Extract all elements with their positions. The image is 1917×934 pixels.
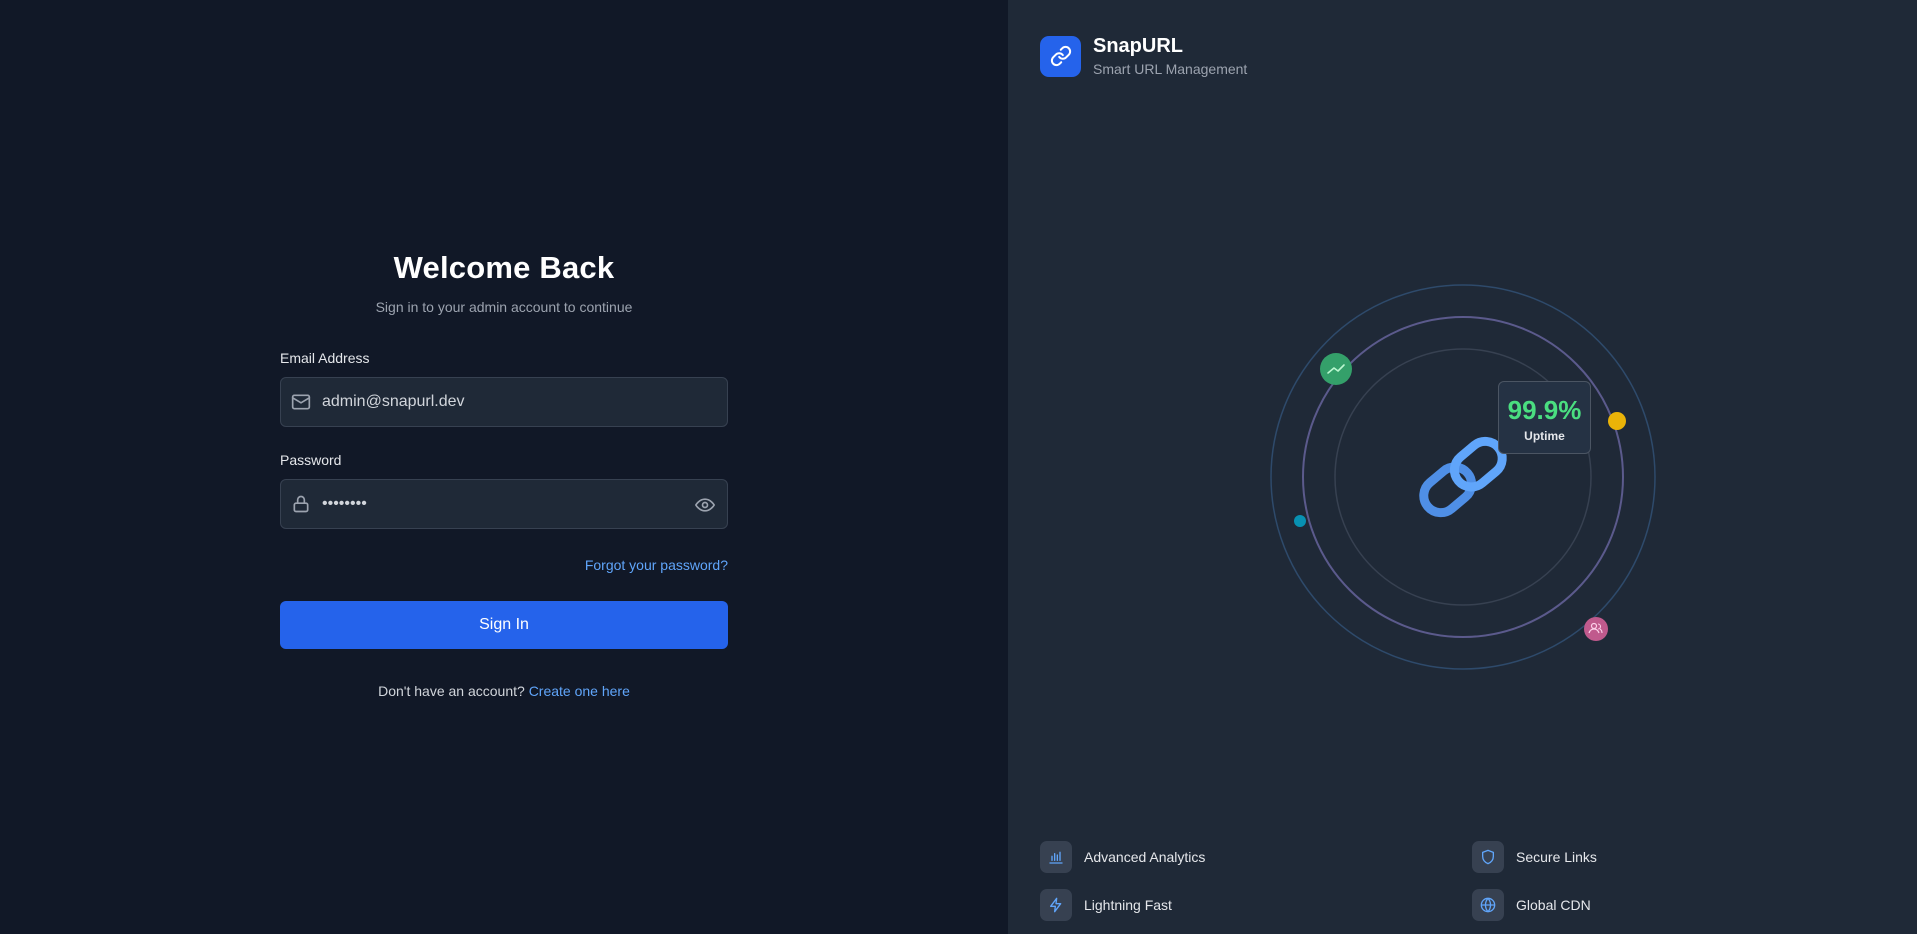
cyan-orbit-dot	[1294, 515, 1306, 527]
lock-icon	[293, 495, 309, 513]
yellow-orbit-dot	[1608, 412, 1626, 430]
bar-chart-icon	[1049, 851, 1063, 864]
create-account-link[interactable]: Create one here	[529, 683, 630, 699]
feature-secure-links: Secure Links	[1472, 841, 1597, 873]
login-panel: Welcome Back Sign in to your admin accou…	[0, 0, 1008, 934]
password-input[interactable]: ••••••••	[322, 495, 682, 513]
email-field[interactable]	[280, 377, 728, 427]
page-title: Welcome Back	[393, 250, 615, 285]
email-input[interactable]	[322, 393, 682, 411]
lightning-icon	[1050, 897, 1062, 913]
orbit-illustration	[1270, 284, 1656, 670]
mail-icon	[291, 394, 311, 410]
register-prompt-text: Don't have an account?	[378, 683, 525, 699]
page-subtitle: Sign in to your admin account to continu…	[375, 299, 633, 315]
feature-advanced-analytics: Advanced Analytics	[1040, 841, 1205, 873]
uptime-card: 99.9% Uptime	[1498, 381, 1591, 454]
users-icon	[1584, 617, 1608, 641]
email-label: Email Address	[280, 350, 370, 366]
outer-orbit-ring	[1270, 284, 1656, 670]
center-link-icon	[1419, 436, 1507, 518]
feature-label: Advanced Analytics	[1084, 849, 1206, 865]
feature-label: Global CDN	[1516, 897, 1591, 913]
password-label: Password	[280, 452, 342, 468]
feature-label: Secure Links	[1516, 849, 1597, 865]
register-prompt: Don't have an account? Create one here	[280, 683, 728, 699]
eye-icon[interactable]	[695, 495, 715, 515]
login-form: Welcome Back Sign in to your admin accou…	[280, 250, 728, 699]
globe-icon	[1480, 897, 1496, 913]
feature-label: Lightning Fast	[1084, 897, 1172, 913]
password-field[interactable]: ••••••••	[280, 479, 728, 529]
shield-icon	[1482, 849, 1494, 865]
uptime-label: Uptime	[1524, 429, 1565, 443]
brand-panel: SnapURL Smart URL Management Advanced An…	[1008, 0, 1917, 934]
trending-icon	[1320, 353, 1352, 385]
uptime-value: 99.9%	[1507, 395, 1582, 425]
feature-global-cdn: Global CDN	[1472, 889, 1591, 921]
forgot-password-link[interactable]: Forgot your password?	[585, 557, 728, 573]
feature-lightning-fast: Lightning Fast	[1040, 889, 1172, 921]
sign-in-button[interactable]: Sign In	[280, 601, 728, 649]
